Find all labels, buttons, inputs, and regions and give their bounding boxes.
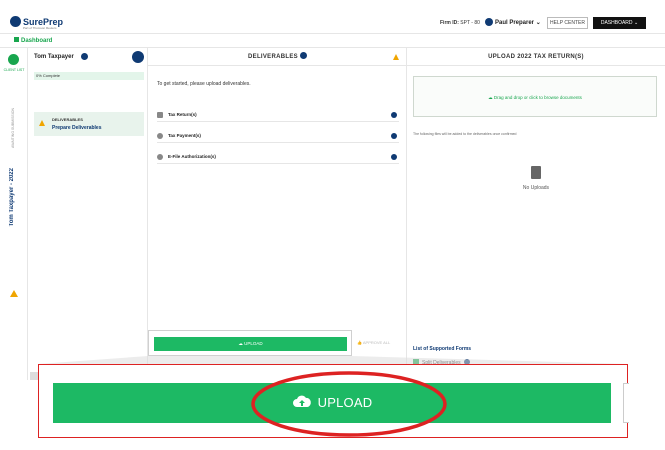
deliverable-row-tax-payments[interactable]: Tax Payment(s) <box>157 129 399 143</box>
deliverable-row-label: Tax Payment(s) <box>168 133 201 138</box>
firm-id-value: SPT - 80 <box>460 20 480 26</box>
dropzone-text: Drag and drop or click to browse documen… <box>493 95 582 100</box>
file-dropzone[interactable]: ☁ Drag and drop or click to browse docum… <box>413 76 657 117</box>
deliverable-row-label: Tax Return(s) <box>168 112 197 117</box>
zoomed-callout: UPLOAD <box>38 364 629 438</box>
upload-note: The following files will be added to the… <box>413 132 517 136</box>
upload-cloud-icon: ☁ <box>238 341 243 346</box>
progress-label: 0% Complete <box>34 72 144 80</box>
warning-icon <box>393 54 399 60</box>
upload-cloud-icon: ☁ <box>488 95 493 100</box>
firm-id: Firm ID: SPT - 80 <box>440 20 480 26</box>
task-card-title: DELIVERABLES <box>52 117 83 122</box>
no-uploads-text: No Uploads <box>522 185 550 191</box>
adjacent-button-edge <box>623 383 629 423</box>
top-header: SurePrep Part of Thomson Reuters Firm ID… <box>0 14 665 34</box>
client-panel: Tom Taxpayer 0% Complete DELIVERABLES Pr… <box>28 48 148 380</box>
deliverables-task-card[interactable]: DELIVERABLES Prepare Deliverables <box>34 112 144 136</box>
deliverables-intro: To get started, please upload deliverabl… <box>157 81 251 87</box>
thumbs-up-icon: 👍 <box>357 340 362 345</box>
warning-icon <box>39 120 45 126</box>
upload-tax-return-panel: UPLOAD 2022 TAX RETURN(S) ☁ Drag and dro… <box>407 48 665 380</box>
approve-all-label: APPROVE ALL <box>362 340 391 345</box>
firm-id-label: Firm ID: <box>440 20 459 26</box>
client-list-icon[interactable] <box>8 54 19 65</box>
info-icon[interactable] <box>81 53 88 60</box>
document-icon <box>531 166 541 179</box>
deliverables-title: DELIVERABLES <box>248 54 298 60</box>
deliverable-row-tax-returns[interactable]: Tax Return(s) <box>157 108 399 122</box>
add-icon[interactable] <box>391 154 397 160</box>
left-rail: CLIENT LIST AWAITING SUBMISSION Tom Taxp… <box>0 48 28 380</box>
user-avatar-icon <box>485 18 493 26</box>
dashboard-dropdown-button[interactable]: DASHBOARD ⌄ <box>593 17 646 29</box>
client-year-vertical-label: Tom Taxpayer - 2022 <box>9 168 15 227</box>
document-icon <box>157 112 163 118</box>
deliverable-row-label: E-File Authorization(s) <box>168 154 216 159</box>
sureprep-app: SurePrep Part of Thomson Reuters Firm ID… <box>0 14 665 380</box>
deliverables-header: DELIVERABLES <box>148 48 407 66</box>
red-circle-ellipse <box>251 371 447 437</box>
sub-navigation: Dashboard <box>0 34 665 48</box>
client-name: Tom Taxpayer <box>34 54 74 60</box>
upload-panel-header: UPLOAD 2022 TAX RETURN(S) <box>407 48 665 66</box>
upload-button-small[interactable]: ☁ UPLOAD <box>154 337 347 351</box>
dashboard-dropdown-label: DASHBOARD <box>600 20 633 26</box>
red-circle-annotation <box>251 371 447 437</box>
awaiting-submission-label: AWAITING SUBMISSION <box>11 108 15 148</box>
payment-icon <box>157 133 163 139</box>
add-icon[interactable] <box>391 133 397 139</box>
message-icon[interactable] <box>132 51 144 63</box>
upload-button-small-label: UPLOAD <box>244 341 263 346</box>
task-card-action[interactable]: Prepare Deliverables <box>52 125 101 131</box>
add-icon[interactable] <box>391 112 397 118</box>
client-list-label[interactable]: CLIENT LIST <box>3 68 25 72</box>
warning-icon <box>10 290 18 297</box>
user-name: Paul Preparer <box>495 20 535 26</box>
logo-mark-icon <box>10 16 21 27</box>
approve-all-button[interactable]: 👍 APPROVE ALL <box>357 340 390 345</box>
help-icon[interactable] <box>299 52 307 59</box>
help-center-button[interactable]: HELP CENTER <box>547 17 588 29</box>
no-uploads-state: No Uploads <box>407 166 665 191</box>
sureprep-logo[interactable]: SurePrep Part of Thomson Reuters <box>10 16 63 30</box>
deliverable-row-efile-authorizations[interactable]: E-File Authorization(s) <box>157 150 399 164</box>
supported-forms-link[interactable]: List of Supported Forms <box>413 346 471 352</box>
screenshot-stage: SurePrep Part of Thomson Reuters Firm ID… <box>0 0 665 450</box>
dashboard-link[interactable]: Dashboard <box>14 37 52 44</box>
user-menu[interactable]: Paul Preparer ⌄ <box>485 18 541 26</box>
signature-icon <box>157 154 163 160</box>
chevron-down-icon: ⌄ <box>633 20 639 26</box>
chevron-down-icon: ⌄ <box>535 20 541 26</box>
